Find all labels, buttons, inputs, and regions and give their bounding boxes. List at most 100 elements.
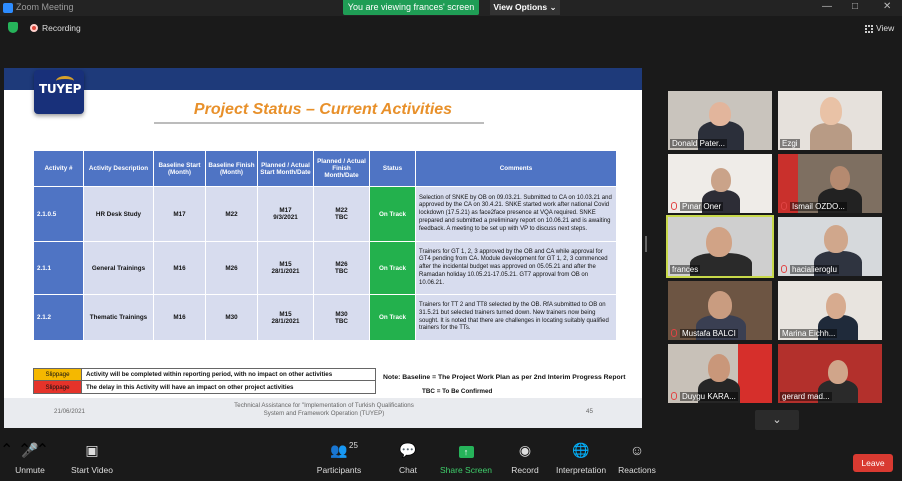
participant-name: Pınar Oner xyxy=(680,202,724,211)
close-icon[interactable]: ✕ xyxy=(883,1,891,12)
header-planned-start: Planned / Actual Start Month/Date xyxy=(257,150,314,187)
header-planned-finish: Planned / Actual Finish Month/Date xyxy=(313,150,370,187)
baseline-finish: M22 xyxy=(205,186,258,242)
activity-comment: Selection of SNKE by OB on 09.03.21. Sub… xyxy=(415,186,617,242)
planned-start: M17 9/3/2021 xyxy=(257,186,314,242)
participant-tile[interactable]: Pınar Oner xyxy=(668,154,772,213)
participant-name: Donald Pater... xyxy=(670,139,727,148)
title-bar: Zoom Meeting You are viewing frances' sc… xyxy=(0,0,902,16)
participant-name: Marina Eichh... xyxy=(780,329,838,338)
reactions-button[interactable]: ☺ Reactions xyxy=(602,440,672,475)
legend-text-major: The delay in this Activity will have an … xyxy=(86,383,294,391)
table-row: 2.1.2 Thematic Trainings M16 M30 M15 28/1… xyxy=(33,294,617,341)
view-options-button[interactable]: View Options ⌄ xyxy=(490,0,560,15)
view-button[interactable]: View xyxy=(876,23,894,33)
slide-footer: 21/06/2021 Technical Assistance for "Imp… xyxy=(4,398,642,428)
footer-page-number: 45 xyxy=(586,408,593,415)
participant-tile[interactable]: Donald Pater... xyxy=(668,91,772,150)
project-status-table: Activity # Activity Description Baseline… xyxy=(33,150,617,341)
legend-text-minor: Activity will be completed within report… xyxy=(86,371,333,378)
participant-tile[interactable]: Marina Eichh... xyxy=(778,281,882,340)
muted-mic-icon xyxy=(781,265,787,273)
status-badge: On Track xyxy=(369,294,416,341)
viewing-screen-banner: You are viewing frances' screen xyxy=(343,0,479,15)
activity-comment: Trainers for TT 2 and TT8 selected by th… xyxy=(415,294,617,341)
activity-description: HR Desk Study xyxy=(83,186,154,242)
legend-key-minor: Slippage xyxy=(34,369,82,380)
baseline-start: M16 xyxy=(153,241,206,295)
panel-resize-handle[interactable] xyxy=(645,236,647,252)
recording-icon xyxy=(30,24,38,32)
share-screen-icon: ↑ xyxy=(458,446,474,458)
status-badge: On Track xyxy=(369,186,416,242)
activity-description: Thematic Trainings xyxy=(83,294,154,341)
header-comments: Comments xyxy=(415,150,617,187)
baseline-finish: M30 xyxy=(205,294,258,341)
start-video-button[interactable]: ▣ Start Video xyxy=(57,440,127,475)
baseline-note: Note: Baseline = The Project Work Plan a… xyxy=(383,374,626,381)
meeting-topbar: Recording View xyxy=(0,17,902,39)
footer-project-name: Technical Assistance for "Implementation… xyxy=(234,402,414,417)
activity-comment: Trainers for GT 1, 2, 3 approved by the … xyxy=(415,241,617,295)
gallery-scroll-down-button[interactable]: ⌄ xyxy=(755,410,799,430)
slide-header-band xyxy=(4,68,642,90)
meeting-toolbar: 🎤 Unmute ⌃ ▣ Start Video ⌃ 👥 Participant… xyxy=(0,440,902,481)
participants-icon: 👥 xyxy=(330,442,348,458)
planned-finish: M26 TBC xyxy=(313,241,370,295)
recording-label: Recording xyxy=(42,23,81,33)
activity-number: 2.1.2 xyxy=(33,294,84,341)
legend-key-major: Slippage xyxy=(34,381,82,393)
participants-button[interactable]: 👥 Participants xyxy=(304,440,374,475)
security-shield-icon[interactable] xyxy=(8,22,18,33)
muted-microphone-icon: 🎤 xyxy=(21,442,39,458)
participant-name: frances xyxy=(670,265,701,274)
minimize-icon[interactable]: — xyxy=(822,1,832,12)
participant-tile[interactable]: Duygu KARA... xyxy=(668,344,772,403)
maximize-icon[interactable]: □ xyxy=(852,1,858,12)
participant-tile[interactable]: hacialieroglu xyxy=(778,217,882,276)
planned-finish: M30 TBC xyxy=(313,294,370,341)
unmute-button[interactable]: 🎤 Unmute xyxy=(0,440,65,475)
zoom-app-icon xyxy=(3,3,13,13)
legend-row-minor: Slippage Activity will be completed with… xyxy=(33,368,376,381)
muted-mic-icon xyxy=(671,392,677,400)
shared-screen-slide: TUYEP Project Status – Current Activitie… xyxy=(4,68,642,428)
muted-mic-icon xyxy=(671,202,677,210)
participant-name: hacialieroglu xyxy=(790,265,839,274)
participant-name: Duygu KARA... xyxy=(680,392,738,401)
participant-tile[interactable]: gerard mad... xyxy=(778,344,882,403)
header-status: Status xyxy=(369,150,416,187)
header-activity-number: Activity # xyxy=(33,150,84,187)
table-row: 2.1.1 General Trainings M16 M26 M15 28/1/… xyxy=(33,241,617,295)
baseline-start: M17 xyxy=(153,186,206,242)
baseline-start: M16 xyxy=(153,294,206,341)
planned-start: M15 28/1/2021 xyxy=(257,294,314,341)
participant-tile[interactable]: Ezgi xyxy=(778,91,882,150)
activity-number: 2.1.1 xyxy=(33,241,84,295)
participant-tile-active-speaker[interactable]: frances xyxy=(666,215,774,278)
emoji-icon: ☺ xyxy=(629,442,645,458)
header-activity-description: Activity Description xyxy=(83,150,154,187)
participant-name: gerard mad... xyxy=(780,392,832,401)
participant-tile[interactable]: Mustafa BALCI xyxy=(668,281,772,340)
gallery-view-icon[interactable] xyxy=(865,25,873,33)
participant-name: Mustafa BALCI xyxy=(680,329,738,338)
leave-button[interactable]: Leave xyxy=(853,454,893,472)
participant-tile[interactable]: Ismail OZDO... xyxy=(778,154,882,213)
window-title: Zoom Meeting xyxy=(16,2,74,12)
participant-name: Ismail OZDO... xyxy=(790,202,847,211)
muted-mic-icon xyxy=(671,329,677,337)
participant-count: 25 xyxy=(349,441,358,450)
slippage-legend: Slippage Activity will be completed with… xyxy=(33,368,376,394)
status-badge: On Track xyxy=(369,241,416,295)
planned-start: M15 28/1/2021 xyxy=(257,241,314,295)
header-baseline-finish: Baseline Finish (Month) xyxy=(205,150,258,187)
activity-number: 2.1.0.5 xyxy=(33,186,84,242)
activity-description: General Trainings xyxy=(83,241,154,295)
title-underline xyxy=(154,122,484,124)
legend-row-major: Slippage The delay in this Activity will… xyxy=(33,381,376,394)
table-row: 2.1.0.5 HR Desk Study M17 M22 M17 9/3/202… xyxy=(33,186,617,242)
participant-name: Ezgi xyxy=(780,139,800,148)
footer-date: 21/06/2021 xyxy=(54,408,85,415)
muted-mic-icon xyxy=(781,202,787,210)
